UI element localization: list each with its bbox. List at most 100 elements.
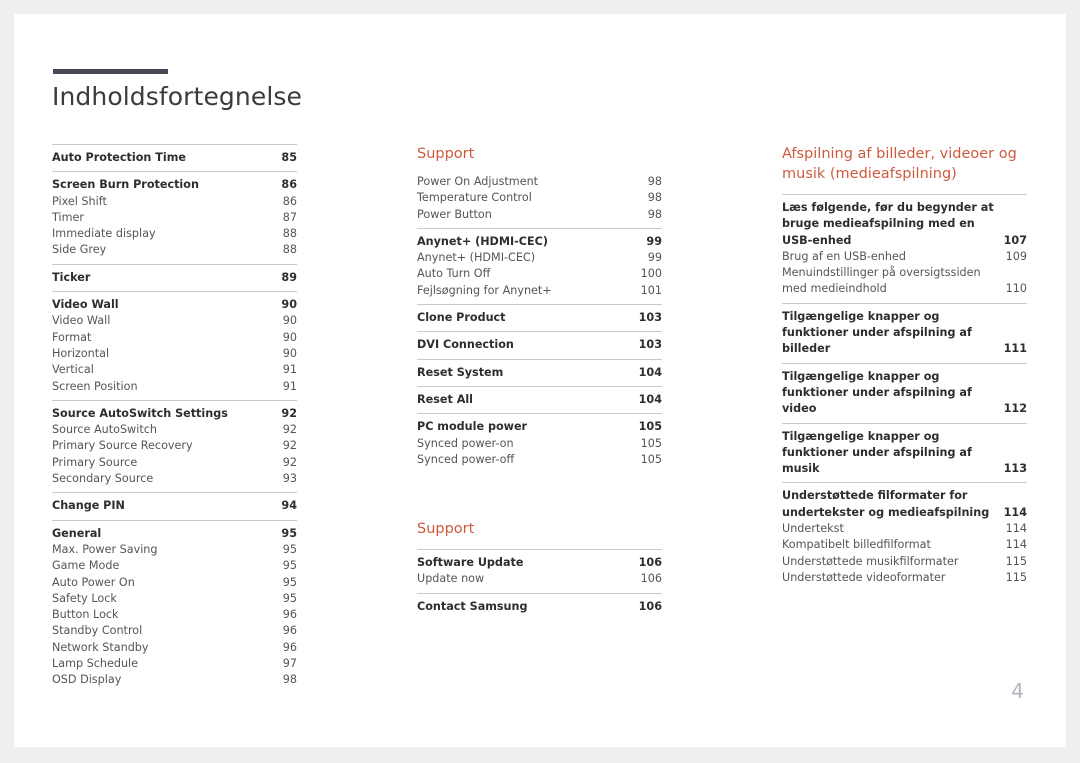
toc-entry-page-number: 106 bbox=[640, 572, 662, 586]
toc-group: Tilgængelige knapper og funktioner under… bbox=[782, 362, 1027, 423]
toc-entry[interactable]: Video Wall 90 bbox=[52, 313, 297, 329]
toc-entry[interactable]: Ticker 89 bbox=[52, 270, 297, 286]
toc-group: Reset System 104 bbox=[417, 358, 662, 386]
toc-entry[interactable]: Vertical 91 bbox=[52, 362, 297, 378]
toc-entry-page-number: 92 bbox=[282, 423, 297, 437]
toc-group: Screen Burn Protection 86 Pixel Shift 86 Tim… bbox=[52, 171, 297, 263]
toc-entry[interactable]: DVI Connection 103 bbox=[417, 337, 662, 353]
toc-entry[interactable]: Power Button 98 bbox=[417, 207, 662, 223]
toc-entry-page-number: 90 bbox=[281, 298, 297, 312]
toc-entry[interactable]: Timer 87 bbox=[52, 210, 297, 226]
toc-entry[interactable]: Auto Power On 95 bbox=[52, 575, 297, 591]
toc-entry[interactable]: Max. Power Saving 95 bbox=[52, 542, 297, 558]
toc-entry[interactable]: Screen Position 91 bbox=[52, 379, 297, 395]
toc-entry[interactable]: Immediate display 88 bbox=[52, 226, 297, 242]
toc-entry[interactable]: OSD Display 98 bbox=[52, 672, 297, 688]
toc-entry[interactable]: Pixel Shift 86 bbox=[52, 194, 297, 210]
toc-entry-label: Safety Lock bbox=[52, 591, 117, 605]
toc-entry[interactable]: Synced power-off 105 bbox=[417, 452, 662, 468]
toc-entry[interactable]: Understøttede videoformater 115 bbox=[782, 570, 1027, 586]
toc-entry[interactable]: Clone Product 103 bbox=[417, 310, 662, 326]
toc-entry[interactable]: Undertekst 114 bbox=[782, 521, 1027, 537]
section-heading-support: Support bbox=[417, 521, 475, 538]
toc-entry[interactable]: Side Grey 88 bbox=[52, 242, 297, 258]
toc-entry[interactable]: Network Standby 96 bbox=[52, 640, 297, 656]
toc-entry[interactable]: Primary Source Recovery 92 bbox=[52, 438, 297, 454]
toc-entry-label: Menuindstillinger på oversigtssiden med … bbox=[782, 266, 981, 296]
toc-entry[interactable]: Contact Samsung 106 bbox=[417, 599, 662, 615]
toc-group: Change PIN 94 bbox=[52, 492, 297, 519]
toc-entry[interactable]: Standby Control 96 bbox=[52, 623, 297, 639]
toc-entry[interactable]: Tilgængelige knapper og funktioner under… bbox=[782, 309, 1027, 358]
toc-entry-page-number: 101 bbox=[640, 283, 662, 297]
toc-entry[interactable]: Secondary Source 93 bbox=[52, 471, 297, 487]
toc-entry[interactable]: Game Mode 95 bbox=[52, 558, 297, 574]
toc-entry[interactable]: Reset All 104 bbox=[417, 392, 662, 408]
toc-entry-label: Change PIN bbox=[52, 499, 125, 513]
toc-entry[interactable]: Auto Protection Time 85 bbox=[52, 150, 297, 166]
toc-entry[interactable]: PC module power 105 bbox=[417, 419, 662, 435]
toc-entry-label: Immediate display bbox=[52, 227, 156, 241]
toc-entry-page-number: 95 bbox=[282, 542, 297, 556]
toc-entry[interactable]: Primary Source 92 bbox=[52, 455, 297, 471]
toc-entry[interactable]: Auto Turn Off 100 bbox=[417, 266, 662, 282]
toc-entry[interactable]: Menuindstillinger på oversigtssiden med … bbox=[782, 265, 1027, 298]
toc-entry-label: Power On Adjustment bbox=[417, 175, 539, 188]
toc-entry[interactable]: Tilgængelige knapper og funktioner under… bbox=[782, 429, 1027, 478]
toc-entry-label: Brug af en USB-enhed bbox=[782, 249, 906, 263]
toc-entry-page-number: 90 bbox=[282, 330, 297, 344]
toc-entry[interactable]: Understøttede musikfilformater 115 bbox=[782, 554, 1027, 570]
toc-entry-page-number: 106 bbox=[638, 599, 662, 613]
toc-entry[interactable]: Safety Lock 95 bbox=[52, 591, 297, 607]
toc-entry-label: Tilgængelige knapper og funktioner under… bbox=[782, 369, 972, 416]
toc-group: Power On Adjustment 98 Temperature Control… bbox=[417, 174, 662, 228]
section-heading: Support bbox=[417, 146, 475, 162]
toc-entry-label: Network Standby bbox=[52, 640, 149, 654]
toc-entry[interactable]: Source AutoSwitch Settings 92 bbox=[52, 406, 297, 422]
toc-entry[interactable]: Screen Burn Protection 86 bbox=[52, 177, 297, 193]
toc-entry[interactable]: Brug af en USB-enhed 109 bbox=[782, 249, 1027, 265]
toc-entry-label: Source AutoSwitch Settings bbox=[52, 406, 228, 420]
toc-entry[interactable]: Lamp Schedule 97 bbox=[52, 656, 297, 672]
toc-entry-page-number: 92 bbox=[282, 455, 297, 469]
toc-entry-label: General bbox=[52, 526, 102, 540]
toc-entry[interactable]: Anynet+ (HDMI-CEC) 99 bbox=[417, 234, 662, 250]
toc-entry[interactable]: Reset System 104 bbox=[417, 365, 662, 381]
toc-entry[interactable]: Software Update 106 bbox=[417, 555, 662, 571]
toc-entry[interactable]: Button Lock 96 bbox=[52, 607, 297, 623]
toc-entry[interactable]: Synced power-on 105 bbox=[417, 436, 662, 452]
toc-entry-page-number: 98 bbox=[647, 191, 662, 205]
toc-entry[interactable]: Tilgængelige knapper og funktioner under… bbox=[782, 369, 1027, 418]
toc-entry-label: Game Mode bbox=[52, 559, 120, 573]
toc-entry-label: Understøttede filformater for undertekst… bbox=[782, 489, 990, 519]
toc-entry[interactable]: Anynet+ (HDMI-CEC) 99 bbox=[417, 250, 662, 266]
toc-column-3: Afspilning af billeder, videoer og musik… bbox=[782, 144, 1027, 694]
toc-entry[interactable]: Source AutoSwitch 92 bbox=[52, 422, 297, 438]
toc-group: PC module power 105 Synced power-on 105 Sync… bbox=[417, 413, 662, 473]
toc-entry-page-number: 90 bbox=[282, 346, 297, 360]
toc-entry[interactable]: Læs følgende, før du begynder at bruge m… bbox=[782, 200, 1027, 249]
toc-entry[interactable]: Video Wall 90 bbox=[52, 297, 297, 313]
toc-entry[interactable]: Update now 106 bbox=[417, 571, 662, 587]
toc-entry[interactable]: Horizontal 90 bbox=[52, 346, 297, 362]
toc-entry[interactable]: Kompatibelt billedfilformat 114 bbox=[782, 537, 1027, 553]
toc-entry-label: Screen Position bbox=[52, 379, 138, 393]
toc-entry[interactable]: General 95 bbox=[52, 526, 297, 542]
toc-entry-label: Lamp Schedule bbox=[52, 657, 139, 671]
toc-entry-label: Max. Power Saving bbox=[52, 542, 158, 556]
toc-entry[interactable]: Format 90 bbox=[52, 330, 297, 346]
toc-group: Clone Product 103 bbox=[417, 304, 662, 331]
toc-entry-page-number: 93 bbox=[282, 472, 297, 486]
toc-entry[interactable]: Understøttede filformater for undertekst… bbox=[782, 488, 1027, 521]
toc-entry[interactable]: Power On Adjustment 98 bbox=[417, 174, 662, 190]
toc-entry-label: Understøttede videoformater bbox=[782, 570, 946, 584]
toc-entry-page-number: 105 bbox=[640, 436, 662, 450]
toc-entry-label: Reset All bbox=[417, 392, 474, 406]
toc-entry[interactable]: Change PIN 94 bbox=[52, 498, 297, 514]
toc-entry[interactable]: Fejlsøgning for Anynet+ 101 bbox=[417, 283, 662, 299]
toc-entry-label: Button Lock bbox=[52, 608, 119, 622]
toc-entry-page-number: 88 bbox=[282, 243, 297, 257]
toc-entry[interactable]: Temperature Control 98 bbox=[417, 190, 662, 206]
toc-entry-page-number: 111 bbox=[1003, 342, 1027, 356]
toc-group: Ticker 89 bbox=[52, 263, 297, 291]
